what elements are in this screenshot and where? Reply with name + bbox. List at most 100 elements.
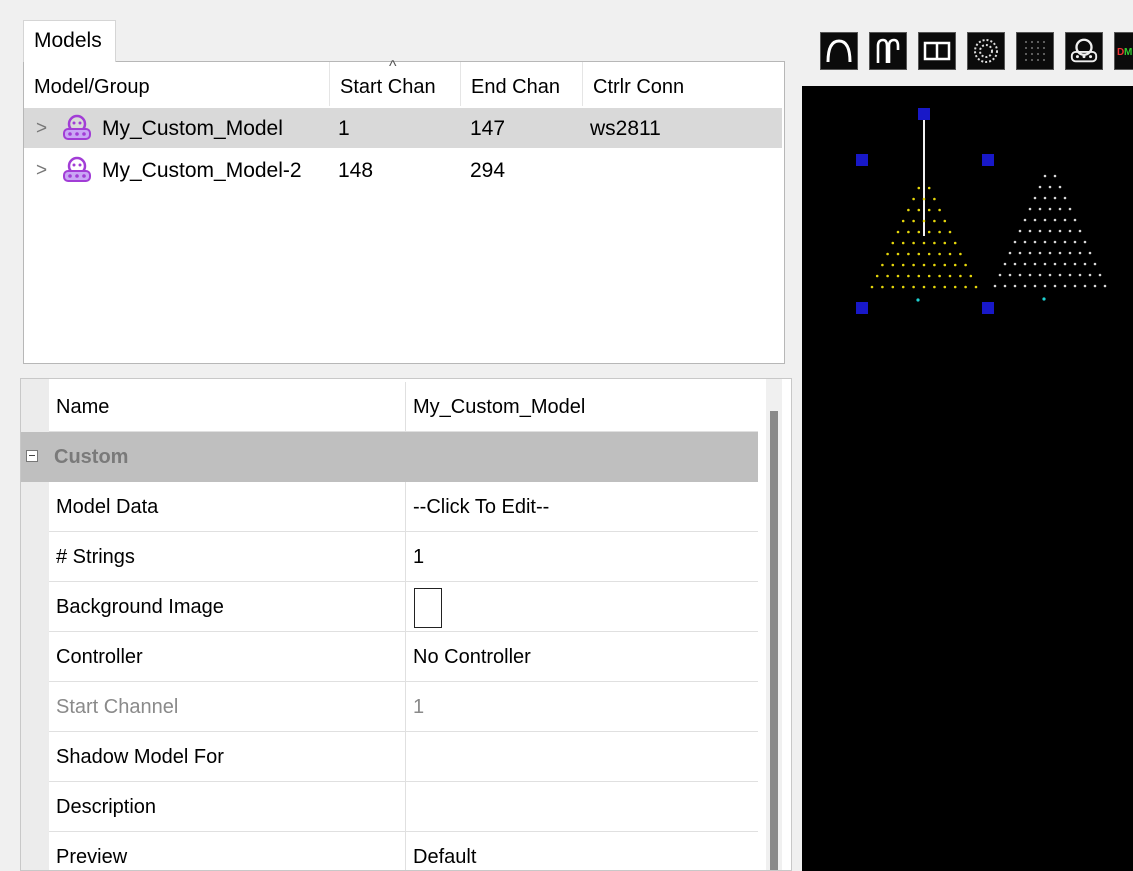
resize-handle-bottom-right[interactable] (982, 302, 994, 314)
tree-1-light (907, 230, 910, 234)
property-value-background-image[interactable] (406, 582, 758, 632)
vertical-scrollbar[interactable] (766, 379, 782, 870)
window-frame-icon[interactable] (918, 32, 956, 70)
tree-1-light (922, 197, 926, 201)
tree-2-light (1023, 218, 1027, 222)
resize-handle-top-right[interactable] (982, 154, 994, 166)
tree-1-light (891, 285, 895, 289)
tree-1-light (907, 252, 910, 256)
tree-2-light (1043, 262, 1047, 266)
tree-1-light (927, 274, 931, 278)
circle-icon[interactable] (967, 32, 1005, 70)
property-value-strings[interactable]: 1 (406, 532, 758, 582)
custom-model-icon[interactable] (1065, 32, 1103, 70)
property-value-shadow-model-for[interactable] (406, 732, 758, 782)
custom-model-icon (63, 156, 91, 182)
property-label: Description (49, 782, 406, 832)
tree-2-light (1003, 262, 1007, 266)
tree-2-light (1058, 251, 1062, 255)
tree-2-light (1073, 284, 1077, 288)
tree-1-light (927, 186, 931, 190)
arch-icon[interactable] (820, 32, 858, 70)
tree-1-light (953, 263, 957, 267)
expand-chevron-icon[interactable]: > (36, 150, 47, 192)
tree-2-light (1048, 207, 1052, 211)
resize-handle-top-left[interactable] (856, 154, 868, 166)
property-label: Background Image (49, 582, 406, 632)
tree-2-light (1043, 218, 1047, 222)
tree-1-light (969, 274, 973, 278)
tree-1-light (891, 263, 895, 267)
model-name: My_Custom_Model-2 (102, 159, 302, 182)
property-value-model-data[interactable]: --Click To Edit-- (406, 482, 758, 532)
tree-1-light (959, 274, 962, 278)
property-label: Controller (49, 632, 406, 682)
property-label: Model Data (49, 482, 406, 532)
candy-cane-icon[interactable] (869, 32, 907, 70)
tree-2-light (1018, 251, 1022, 255)
tree-2-light (1083, 284, 1087, 288)
end-chan: 294 (470, 159, 506, 182)
tree-1-light (938, 274, 941, 278)
column-header-ctrlr-conn[interactable]: Ctrlr Conn (583, 62, 782, 106)
models-table-header: Model/Group Start Chan End Chan Ctrlr Co… (24, 58, 784, 106)
column-header-end-chan[interactable]: End Chan (461, 62, 583, 106)
column-header-model-group[interactable]: Model/Group (24, 62, 330, 106)
dmx-icon[interactable]: DM (1114, 32, 1133, 70)
property-label: Name (49, 382, 406, 432)
tree-2-light (1078, 273, 1082, 277)
tree-1-light (943, 285, 947, 289)
table-row[interactable]: > My_Custom_Model 1 147 ws2811 (24, 108, 782, 148)
tree-2-light (1058, 273, 1062, 277)
tree-2-light (1048, 229, 1052, 233)
tree-2-light (1043, 240, 1047, 244)
property-row-start-channel: Start Channel 1 (21, 682, 758, 732)
tree-1-light (943, 241, 947, 245)
property-row-strings[interactable]: # Strings 1 (21, 532, 758, 582)
property-row-controller[interactable]: Controller No Controller (21, 632, 758, 682)
tree-2-light (1103, 284, 1107, 288)
tree-2-light (1008, 273, 1012, 277)
property-row-description[interactable]: Description (21, 782, 758, 832)
resize-handle-bottom-left[interactable] (856, 302, 868, 314)
property-value-name[interactable]: My_Custom_Model (406, 382, 758, 432)
custom-model-icon (63, 114, 91, 140)
tree-1-light (912, 197, 915, 201)
tree-2-light (1018, 229, 1022, 233)
tree-1-light (891, 241, 895, 245)
category-custom[interactable]: Custom (21, 432, 758, 482)
property-value-preview[interactable]: Default (406, 832, 758, 870)
image-picker-button[interactable] (414, 588, 442, 628)
tree-1-light (896, 252, 900, 256)
table-row[interactable]: > My_Custom_Model-2 148 294 (24, 150, 782, 190)
property-row-background-image[interactable]: Background Image (21, 582, 758, 632)
tree-1-light (912, 285, 915, 289)
tree-2-light (1083, 262, 1087, 266)
property-row-preview[interactable]: Preview Default (21, 832, 758, 870)
tree-1-light (886, 274, 889, 278)
property-value-description[interactable] (406, 782, 758, 832)
property-row-name[interactable]: Name My_Custom_Model (21, 382, 758, 432)
collapse-icon[interactable] (26, 450, 38, 462)
matrix-icon[interactable] (1016, 32, 1054, 70)
layout-preview-canvas[interactable] (802, 86, 1133, 871)
rotate-handle[interactable] (918, 108, 930, 120)
tree-1-light (933, 197, 936, 201)
tree-1-light (912, 263, 915, 267)
property-row-model-data[interactable]: Model Data --Click To Edit-- (21, 482, 758, 532)
tree-2-light (1053, 262, 1057, 266)
property-value-controller[interactable]: No Controller (406, 632, 758, 682)
property-grid: Name My_Custom_Model Custom Model Data -… (20, 378, 792, 871)
tree-1-light (953, 241, 957, 245)
tree-2-light (1068, 229, 1072, 233)
tree-1-light (901, 285, 905, 289)
expand-chevron-icon[interactable]: > (36, 108, 47, 150)
tree-2-light (1053, 284, 1057, 288)
start-chan: 148 (338, 159, 374, 182)
tree-1-light (964, 263, 967, 267)
tab-models[interactable]: Models (23, 20, 116, 62)
scrollbar-thumb[interactable] (770, 411, 778, 870)
property-row-shadow-model-for[interactable]: Shadow Model For (21, 732, 758, 782)
svg-text:M: M (1124, 47, 1132, 58)
tree-1-light (917, 230, 921, 234)
